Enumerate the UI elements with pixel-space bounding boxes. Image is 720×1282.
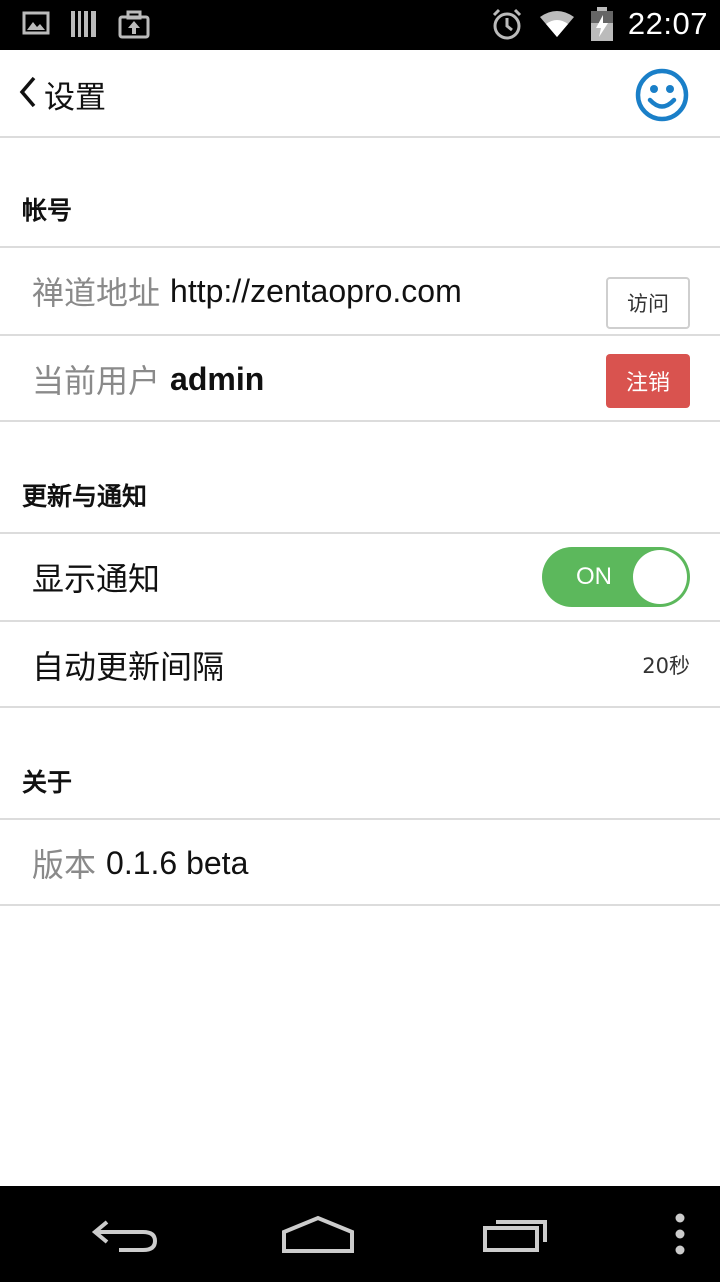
show-notification-row: 显示通知 ON — [0, 532, 720, 618]
back-icon[interactable] — [80, 1186, 170, 1282]
page-title: 设置 — [44, 79, 106, 116]
notification-toggle[interactable]: ON — [542, 547, 690, 607]
version-label: 版本 — [32, 846, 97, 884]
battery-charging-icon — [590, 7, 614, 41]
clock-time: 22:07 — [627, 6, 708, 41]
version-value: 0.1.6 beta — [106, 844, 249, 881]
smiley-face-icon[interactable] — [635, 68, 689, 126]
current-user-label: 当前用户 — [32, 362, 161, 400]
update-interval-value: 20秒 — [642, 654, 690, 678]
toggle-knob — [633, 550, 687, 604]
briefcase-upload-icon — [118, 9, 150, 39]
server-address-label: 禅道地址 — [32, 274, 161, 312]
version-row: 版本 0.1.6 beta — [0, 818, 720, 906]
gallery-icon — [22, 9, 50, 39]
current-user-value: admin — [170, 360, 265, 397]
section-title-about: 关于 — [22, 768, 73, 797]
overflow-menu-icon[interactable] — [660, 1186, 700, 1282]
back-button[interactable]: 设置 — [18, 72, 106, 116]
wifi-icon — [538, 9, 576, 39]
section-title-notify: 更新与通知 — [22, 482, 148, 511]
recent-apps-icon[interactable] — [472, 1186, 562, 1282]
chevron-left-icon — [18, 75, 38, 113]
update-interval-row[interactable]: 自动更新间隔 20秒 — [0, 620, 720, 708]
logout-button[interactable]: 注销 — [606, 354, 690, 408]
show-notification-label: 显示通知 — [32, 560, 161, 598]
current-user-row: 当前用户 admin 注销 — [0, 334, 720, 422]
app-header: 设置 — [0, 50, 720, 138]
status-bar: 22:07 — [0, 0, 720, 50]
home-icon[interactable] — [273, 1186, 363, 1282]
navigation-bar — [0, 1186, 720, 1282]
barcode-icon — [70, 9, 98, 39]
visit-button[interactable]: 访问 — [606, 277, 690, 329]
section-title-account: 帐号 — [22, 196, 73, 225]
server-address-row: 禅道地址 http://zentaopro.com 访问 — [0, 246, 720, 332]
toggle-state-label: ON — [576, 563, 612, 590]
update-interval-label: 自动更新间隔 — [32, 648, 225, 686]
alarm-icon — [490, 7, 524, 41]
server-address-value: http://zentaopro.com — [170, 272, 462, 309]
